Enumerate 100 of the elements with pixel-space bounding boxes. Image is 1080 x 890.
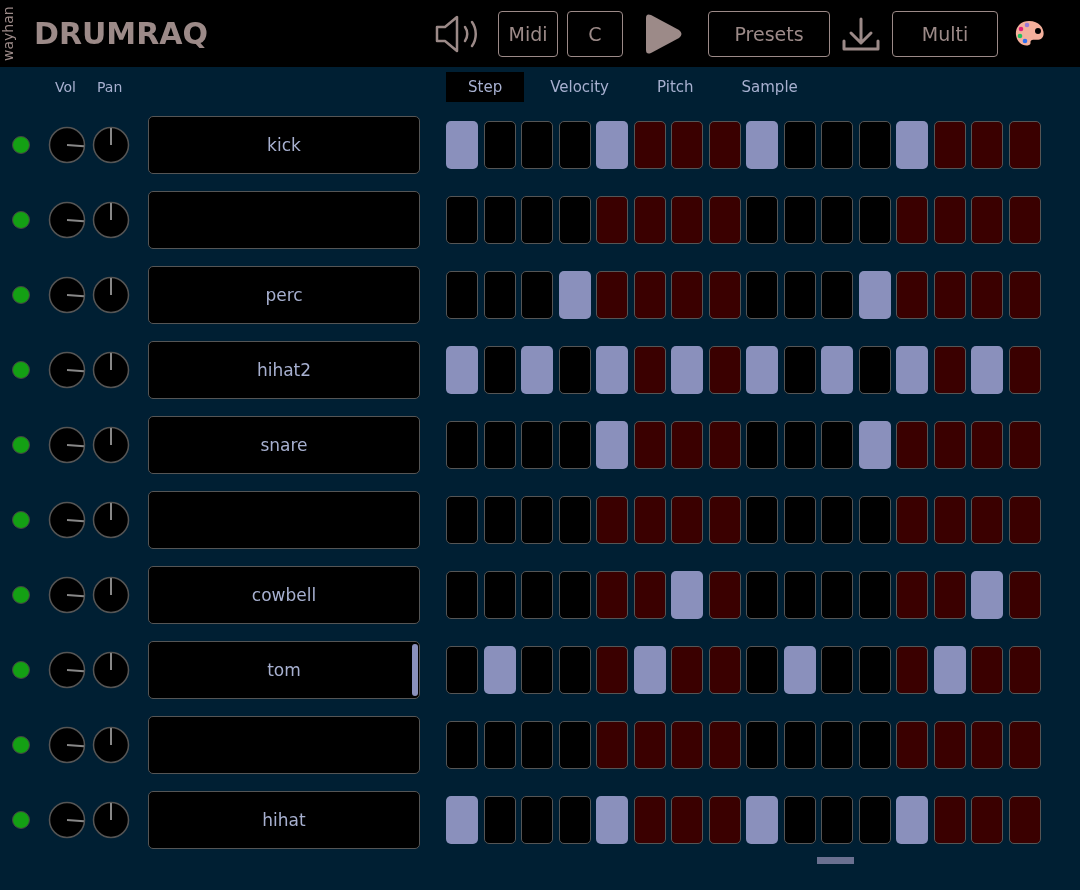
step-pad[interactable]: [933, 795, 966, 844]
step-pad[interactable]: [896, 570, 928, 619]
step-pad[interactable]: [858, 270, 891, 319]
step-pad[interactable]: [746, 720, 778, 769]
step-pad[interactable]: [821, 645, 853, 694]
step-pad[interactable]: [671, 645, 703, 694]
step-pad[interactable]: [633, 195, 666, 244]
volume-knob[interactable]: [48, 650, 86, 689]
step-pad[interactable]: [746, 795, 778, 844]
pan-knob[interactable]: [92, 125, 130, 164]
step-pad[interactable]: [558, 195, 591, 244]
step-pad[interactable]: [558, 795, 591, 844]
step-pad[interactable]: [558, 720, 591, 769]
step-pad[interactable]: [633, 120, 666, 169]
presets-button[interactable]: Presets: [708, 10, 830, 57]
step-pad[interactable]: [896, 195, 928, 244]
step-pad[interactable]: [971, 420, 1003, 469]
volume-knob[interactable]: [48, 125, 86, 164]
download-icon[interactable]: [842, 16, 880, 51]
step-pad[interactable]: [821, 570, 853, 619]
step-pad[interactable]: [971, 270, 1003, 319]
step-pad[interactable]: [483, 345, 516, 394]
step-pad[interactable]: [671, 195, 703, 244]
pan-knob[interactable]: [92, 425, 130, 464]
step-pad[interactable]: [858, 795, 891, 844]
step-pad[interactable]: [1008, 120, 1041, 169]
step-pad[interactable]: [483, 195, 516, 244]
step-pad[interactable]: [821, 795, 853, 844]
step-pad[interactable]: [671, 495, 703, 544]
step-pad[interactable]: [746, 345, 778, 394]
status-led[interactable]: [12, 360, 30, 379]
step-pad[interactable]: [896, 645, 928, 694]
pan-knob[interactable]: [92, 800, 130, 839]
step-pad[interactable]: [783, 720, 816, 769]
step-pad[interactable]: [596, 795, 628, 844]
step-pad[interactable]: [933, 195, 966, 244]
step-pad[interactable]: [746, 495, 778, 544]
step-pad[interactable]: [783, 120, 816, 169]
pan-knob[interactable]: [92, 200, 130, 239]
step-pad[interactable]: [1008, 570, 1041, 619]
pan-knob[interactable]: [92, 500, 130, 539]
step-pad[interactable]: [933, 495, 966, 544]
volume-knob[interactable]: [48, 350, 86, 389]
step-pad[interactable]: [483, 570, 516, 619]
step-pad[interactable]: [633, 645, 666, 694]
step-pad[interactable]: [896, 120, 928, 169]
step-pad[interactable]: [1008, 495, 1041, 544]
mode-button[interactable]: Multi: [892, 10, 998, 57]
step-pad[interactable]: [521, 720, 553, 769]
step-pad[interactable]: [633, 270, 666, 319]
step-pad[interactable]: [1008, 795, 1041, 844]
step-pad[interactable]: [1008, 345, 1041, 394]
tab[interactable]: Step: [446, 72, 525, 102]
pan-knob[interactable]: [92, 725, 130, 764]
step-pad[interactable]: [633, 495, 666, 544]
step-pad[interactable]: [971, 345, 1003, 394]
step-pad[interactable]: [633, 570, 666, 619]
status-led[interactable]: [12, 660, 30, 679]
step-pad[interactable]: [671, 120, 703, 169]
pan-knob[interactable]: [92, 275, 130, 314]
step-pad[interactable]: [783, 270, 816, 319]
step-pad[interactable]: [558, 420, 591, 469]
step-pad[interactable]: [971, 570, 1003, 619]
step-pad[interactable]: [558, 270, 591, 319]
step-pad[interactable]: [933, 570, 966, 619]
step-pad[interactable]: [821, 420, 853, 469]
step-pad[interactable]: [671, 345, 703, 394]
sample-slot[interactable]: [148, 715, 420, 774]
step-pad[interactable]: [521, 570, 553, 619]
volume-knob[interactable]: [48, 425, 86, 464]
step-pad[interactable]: [483, 795, 516, 844]
step-pad[interactable]: [446, 645, 478, 694]
step-pad[interactable]: [971, 195, 1003, 244]
step-pad[interactable]: [821, 720, 853, 769]
step-pad[interactable]: [596, 570, 628, 619]
sample-slot[interactable]: [148, 190, 420, 249]
step-pad[interactable]: [858, 345, 891, 394]
step-pad[interactable]: [596, 645, 628, 694]
step-pad[interactable]: [633, 795, 666, 844]
step-pad[interactable]: [858, 570, 891, 619]
step-pad[interactable]: [671, 570, 703, 619]
step-pad[interactable]: [858, 495, 891, 544]
step-pad[interactable]: [708, 570, 741, 619]
step-pad[interactable]: [708, 420, 741, 469]
step-pad[interactable]: [708, 345, 741, 394]
step-pad[interactable]: [933, 270, 966, 319]
step-pad[interactable]: [521, 195, 553, 244]
volume-knob[interactable]: [48, 275, 86, 314]
status-led[interactable]: [12, 135, 30, 154]
volume-knob[interactable]: [48, 800, 86, 839]
step-pad[interactable]: [483, 420, 516, 469]
sample-slot[interactable]: hihat2: [148, 340, 420, 399]
step-pad[interactable]: [671, 795, 703, 844]
step-pad[interactable]: [521, 645, 553, 694]
step-pad[interactable]: [933, 345, 966, 394]
status-led[interactable]: [12, 585, 30, 604]
step-pad[interactable]: [1008, 195, 1041, 244]
pan-knob[interactable]: [92, 350, 130, 389]
sample-slot[interactable]: [148, 490, 420, 549]
step-pad[interactable]: [971, 120, 1003, 169]
